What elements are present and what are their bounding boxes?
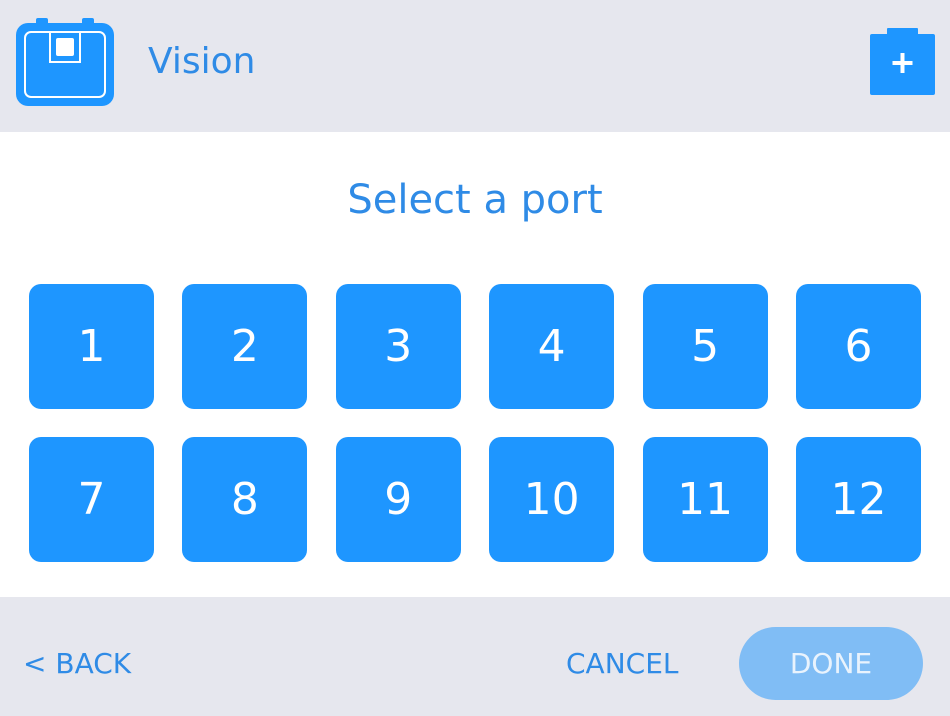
port-button-10[interactable]: 10 [489,437,615,562]
add-device-button[interactable] [870,28,935,95]
port-button-8[interactable]: 8 [182,437,308,562]
port-button-9[interactable]: 9 [335,437,461,562]
port-grid: 1 2 3 4 5 6 7 8 9 10 11 12 [29,284,921,562]
port-button-7[interactable]: 7 [29,437,154,562]
port-button-11[interactable]: 11 [642,437,768,562]
vision-sensor-icon [16,18,114,106]
port-button-2[interactable]: 2 [182,284,308,409]
port-button-4[interactable]: 4 [489,284,615,409]
port-button-12[interactable]: 12 [795,437,921,562]
cancel-button[interactable]: CANCEL [566,646,679,682]
port-button-6[interactable]: 6 [795,284,921,409]
header-bar: Vision [0,0,950,132]
back-button[interactable]: < BACK [23,646,131,682]
device-title: Vision [148,41,256,82]
port-button-5[interactable]: 5 [642,284,768,409]
plus-icon [870,28,935,95]
port-button-1[interactable]: 1 [29,284,154,409]
done-button[interactable]: DONE [739,627,923,700]
port-selection-panel: Select a port 1 2 3 4 5 6 7 8 9 10 11 12 [0,132,950,597]
footer-bar: < BACK CANCEL DONE [0,597,950,716]
port-button-3[interactable]: 3 [335,284,461,409]
page-title: Select a port [347,177,603,223]
